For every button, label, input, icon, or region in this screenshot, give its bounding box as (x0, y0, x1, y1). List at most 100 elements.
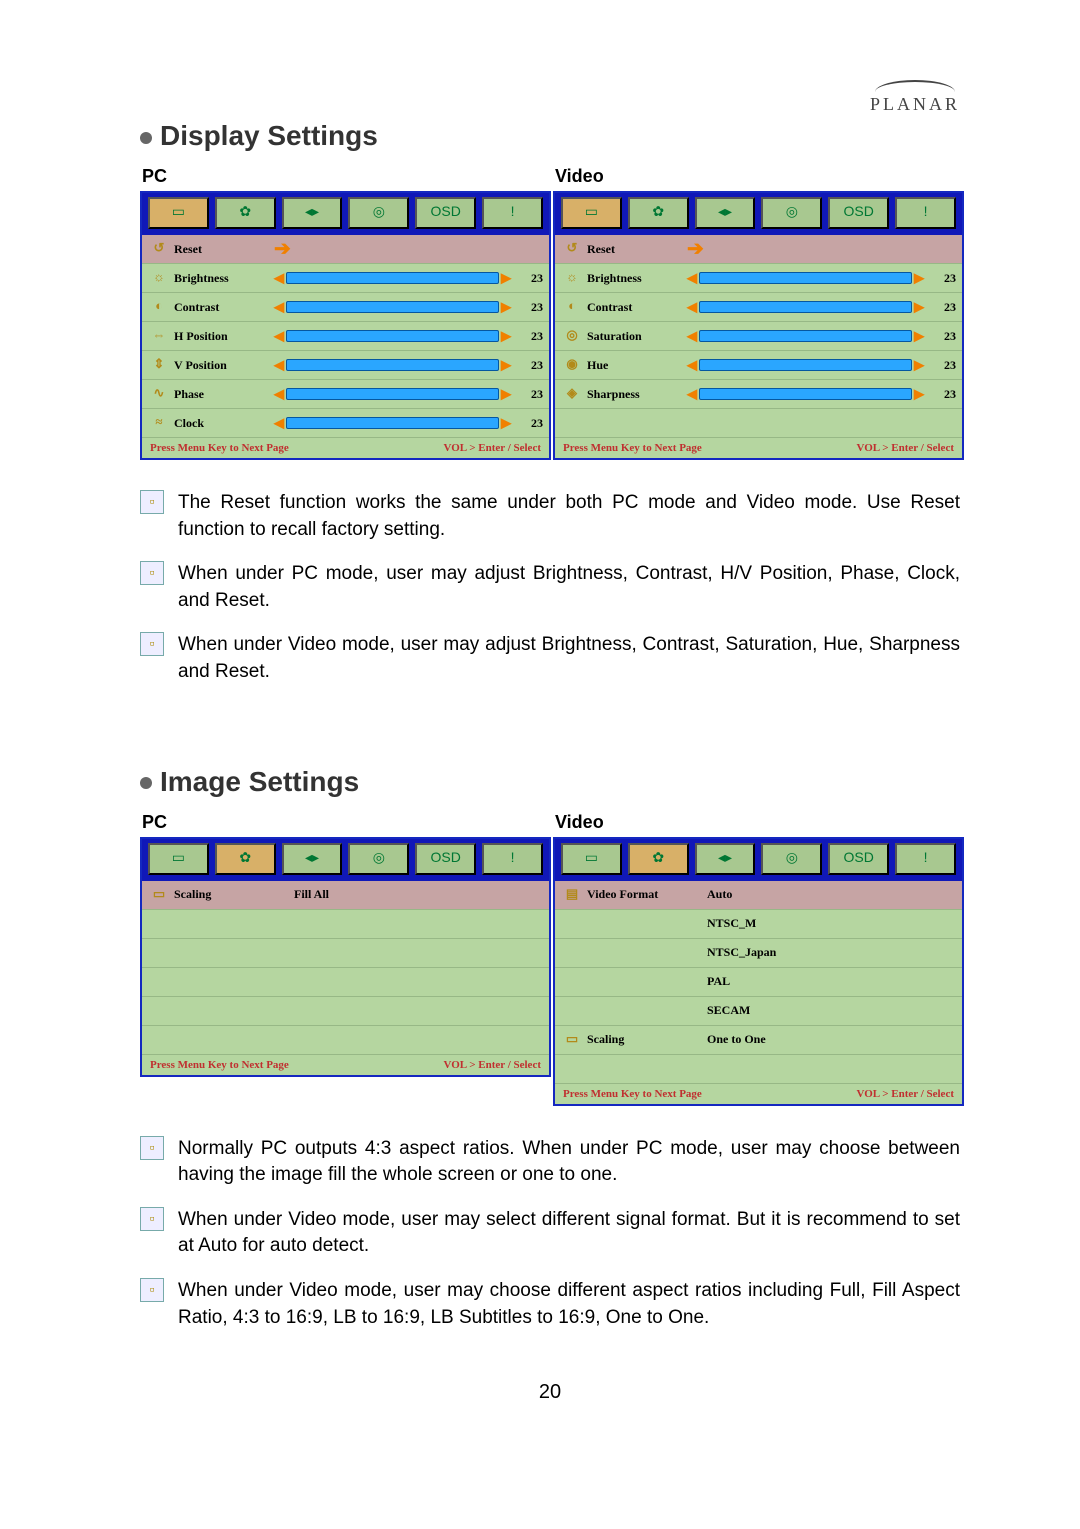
row-value: Auto (707, 887, 956, 902)
row-label: Saturation (587, 329, 687, 344)
slider-track[interactable] (286, 301, 499, 313)
osd-tab[interactable]: ! (895, 843, 956, 875)
osd-tab[interactable]: OSD (415, 197, 476, 229)
osd-row[interactable]: ▤Video FormatAuto (555, 881, 962, 910)
osd-row[interactable]: ⇕V Position◂▸23 (142, 351, 549, 380)
osd-tab[interactable]: ▭ (148, 197, 209, 229)
osd-row[interactable]: ◐Contrast◂▸23 (142, 293, 549, 322)
osd-row[interactable]: ⇔H Position◂▸23 (142, 322, 549, 351)
osd-row[interactable]: ◐Contrast◂▸23 (555, 293, 962, 322)
arrow-right-icon: ▸ (914, 330, 924, 342)
osd-tab[interactable]: ✿ (628, 197, 689, 229)
osd-footer-hint-right: VOL > Enter / Select (443, 1059, 541, 1071)
osd-tab[interactable]: ▭ (561, 197, 622, 229)
osd-row[interactable]: ▭ScalingOne to One (555, 1026, 962, 1055)
row-icon: ◈ (561, 385, 583, 403)
osd-tab[interactable]: ✿ (628, 843, 689, 875)
osd-tab[interactable]: OSD (415, 843, 476, 875)
osd-row[interactable]: SECAM (555, 997, 962, 1026)
osd-tab[interactable]: ! (895, 197, 956, 229)
row-label: Contrast (587, 300, 687, 315)
arrow-left-icon: ◂ (687, 359, 697, 371)
slider-track[interactable] (286, 417, 499, 429)
osd-row[interactable]: ▭ScalingFill All (142, 881, 549, 910)
osd-tab[interactable]: ◂▸ (695, 843, 756, 875)
arrow-right-icon: ▸ (914, 388, 924, 400)
row-label: Clock (174, 416, 274, 431)
image-settings-heading: Image Settings (140, 766, 960, 798)
video-label: Video (555, 166, 960, 187)
osd-row[interactable]: ◎Saturation◂▸23 (555, 322, 962, 351)
osd-row[interactable]: ◉Hue◂▸23 (555, 351, 962, 380)
osd-tab[interactable]: OSD (828, 197, 889, 229)
osd-tab[interactable]: ! (482, 197, 543, 229)
osd-row[interactable]: ☼Brightness◂▸23 (555, 264, 962, 293)
row-icon (561, 915, 583, 933)
osd-row[interactable]: NTSC_M (555, 910, 962, 939)
osd-row[interactable]: ≈Clock◂▸23 (142, 409, 549, 438)
slider-track[interactable] (286, 388, 499, 400)
tab-icon: ✿ (633, 202, 684, 224)
note-icon: ▫ (140, 1207, 164, 1231)
row-label: Brightness (174, 271, 274, 286)
slider-track[interactable] (286, 330, 499, 342)
osd-tab[interactable]: ✿ (215, 197, 276, 229)
osd-row[interactable]: ☼Brightness◂▸23 (142, 264, 549, 293)
osd-tab[interactable]: ▭ (148, 843, 209, 875)
row-value: 23 (924, 271, 956, 286)
osd-row[interactable]: ∿Phase◂▸23 (142, 380, 549, 409)
osd-row[interactable]: ◈Sharpness◂▸23 (555, 380, 962, 409)
osd-tab[interactable]: ✿ (215, 843, 276, 875)
arrow-left-icon: ◂ (274, 417, 284, 429)
osd-row[interactable]: NTSC_Japan (555, 939, 962, 968)
row-icon: ▭ (148, 886, 170, 904)
row-value: 23 (924, 300, 956, 315)
row-icon: ↺ (561, 240, 583, 258)
row-icon: ⇔ (148, 327, 170, 345)
row-icon: ◉ (561, 356, 583, 374)
osd-tab[interactable]: ! (482, 843, 543, 875)
slider-track[interactable] (699, 330, 912, 342)
row-value: 23 (924, 358, 956, 373)
osd-tab[interactable]: ◂▸ (282, 197, 343, 229)
tab-icon: ! (487, 848, 538, 870)
row-icon: ◎ (561, 327, 583, 345)
tab-icon: ✿ (633, 848, 684, 870)
slider-track[interactable] (699, 388, 912, 400)
osd-tab[interactable]: OSD (828, 843, 889, 875)
row-value: 23 (924, 329, 956, 344)
display-settings-heading: Display Settings (140, 120, 960, 152)
osd-row[interactable]: ↺Reset➔ (555, 235, 962, 264)
row-label: Brightness (587, 271, 687, 286)
slider-track[interactable] (286, 272, 499, 284)
note-item: ▫When under Video mode, user may select … (140, 1207, 960, 1260)
osd-tab[interactable]: ◎ (348, 843, 409, 875)
row-icon (561, 1002, 583, 1020)
row-label: Scaling (174, 887, 294, 902)
osd-tab[interactable]: ▭ (561, 843, 622, 875)
tab-icon: ▭ (153, 848, 204, 870)
arrow-left-icon: ◂ (274, 388, 284, 400)
row-icon: ⇕ (148, 356, 170, 374)
tab-icon: ◎ (353, 848, 404, 870)
note-text: When under PC mode, user may adjust Brig… (178, 561, 960, 614)
slider-track[interactable] (286, 359, 499, 371)
osd-tab[interactable]: ◎ (348, 197, 409, 229)
osd-tab[interactable]: ◎ (761, 197, 822, 229)
slider-track[interactable] (699, 359, 912, 371)
osd-tab[interactable]: ◂▸ (282, 843, 343, 875)
osd-row (142, 939, 549, 968)
row-label: Video Format (587, 887, 707, 902)
arrow-right-icon: ▸ (914, 301, 924, 313)
note-icon: ▫ (140, 561, 164, 585)
osd-tab[interactable]: ◂▸ (695, 197, 756, 229)
osd-row[interactable]: ↺Reset➔ (142, 235, 549, 264)
arrow-right-icon: ▸ (501, 417, 511, 429)
slider-track[interactable] (699, 301, 912, 313)
row-icon: ∿ (148, 385, 170, 403)
arrow-right-icon: ▸ (501, 272, 511, 284)
row-icon: ◐ (561, 298, 583, 316)
osd-tab[interactable]: ◎ (761, 843, 822, 875)
slider-track[interactable] (699, 272, 912, 284)
osd-row[interactable]: PAL (555, 968, 962, 997)
